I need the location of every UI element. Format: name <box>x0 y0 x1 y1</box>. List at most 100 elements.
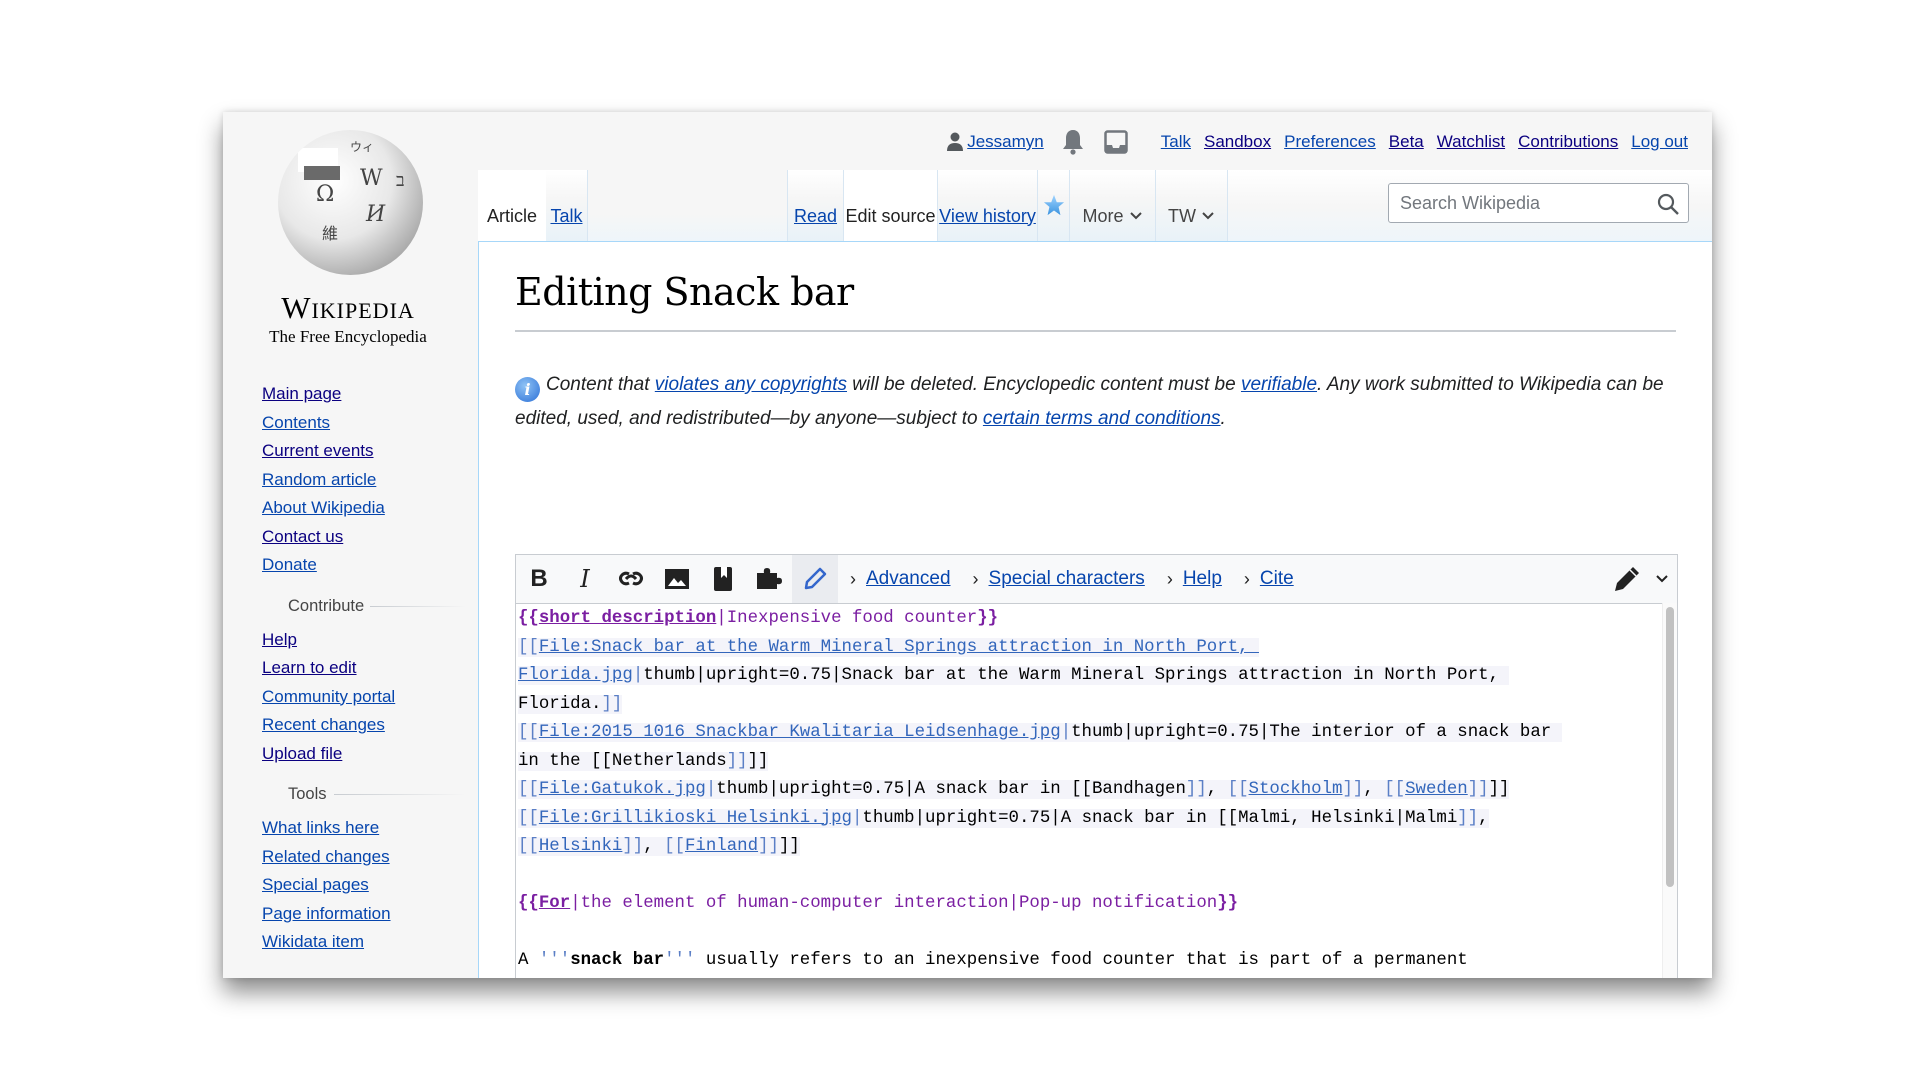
sidebar-item-about-wikipedia[interactable]: About Wikipedia <box>262 494 472 523</box>
scrollbar-thumb[interactable] <box>1666 607 1674 887</box>
sidebar-heading-tools[interactable]: Tools <box>288 780 472 808</box>
toolbar-group-cite[interactable]: › Cite <box>1244 568 1294 590</box>
wikitext-token: Florida.jpg|thumb|upright=0.75|Snack bar… <box>518 666 1510 685</box>
reference-icon <box>714 567 732 591</box>
globe-glyph: ב <box>396 170 405 191</box>
toolbar-group-advanced[interactable]: › Advanced <box>850 568 951 590</box>
puzzle-icon <box>757 568 782 589</box>
reference-button[interactable] <box>700 555 746 603</box>
sidebar-item-special-pages[interactable]: Special pages <box>262 871 472 900</box>
wikitext-token: Sweden <box>1405 780 1468 799</box>
more-menu[interactable]: More <box>1070 170 1156 242</box>
user-link[interactable]: Jessamyn <box>946 132 1044 152</box>
tw-menu[interactable]: TW <box>1156 170 1228 242</box>
sidebar-item-donate[interactable]: Donate <box>262 551 472 580</box>
username-link[interactable]: Jessamyn <box>967 132 1044 152</box>
editor-scrollbar[interactable] <box>1662 603 1677 978</box>
wikitext-token: , <box>643 837 665 856</box>
toolbar-group-help[interactable]: › Help <box>1167 568 1222 590</box>
verifiable-link[interactable]: verifiable <box>1241 374 1317 395</box>
sidebar-item-current-events[interactable]: Current events <box>262 437 472 466</box>
wikitext-line-empty <box>518 919 1677 948</box>
personal-talk-link[interactable]: Talk <box>1161 132 1191 152</box>
wikitext-token: ]] <box>758 837 779 856</box>
wikitext-token: [[ <box>518 808 539 828</box>
watch-button[interactable] <box>1038 170 1070 242</box>
tagline: The Free Encyclopedia <box>269 327 427 346</box>
wikitext-token: [[File:Snack bar at the Warm Mineral Spr… <box>518 637 1259 657</box>
search-icon[interactable] <box>1656 192 1680 216</box>
sidebar-item-learn-to-edit[interactable]: Learn to edit <box>262 654 472 683</box>
bold-button[interactable]: B <box>516 555 562 603</box>
tab-talk-label[interactable]: Talk <box>550 206 582 227</box>
personal-contributions-link[interactable]: Contributions <box>1518 132 1618 152</box>
star-icon <box>1043 194 1064 216</box>
tab-spacer <box>588 170 788 242</box>
user-icon <box>947 132 964 151</box>
personal-logout-link[interactable]: Log out <box>1631 132 1688 152</box>
italic-icon: I <box>580 565 590 593</box>
tab-view-history-label[interactable]: View history <box>939 206 1036 227</box>
sidebar-item-random-article[interactable]: Random article <box>262 466 472 495</box>
alerts-inbox-button[interactable] <box>1104 130 1128 154</box>
wikitext-token: [[ <box>518 780 539 799</box>
toolbar-group-special-characters[interactable]: › Special characters <box>973 568 1145 590</box>
sidebar-heading-contribute[interactable]: Contribute <box>288 592 472 620</box>
sidebar-item-recent-changes[interactable]: Recent changes <box>262 711 472 740</box>
bell-icon <box>1062 130 1083 155</box>
notifications-button[interactable] <box>1062 129 1084 155</box>
sidebar-item-related-changes[interactable]: Related changes <box>262 843 472 872</box>
personal-beta-link[interactable]: Beta <box>1389 132 1424 152</box>
sidebar-item-upload-file[interactable]: Upload file <box>262 740 472 769</box>
bold-icon: B <box>530 565 548 592</box>
sidebar-item-wikidata-item[interactable]: Wikidata item <box>262 928 472 957</box>
sidebar-item-contents[interactable]: Contents <box>262 409 472 438</box>
tab-talk[interactable]: Talk <box>546 170 588 242</box>
wikitext-token: usually refers to an inexpensive food co… <box>695 951 1468 970</box>
sidebar: Ω W И 維 ウィ ב Wikipedia The Free Encyclop… <box>223 112 478 978</box>
search-input[interactable] <box>1398 191 1642 215</box>
search-box[interactable] <box>1388 183 1689 223</box>
help-link[interactable]: Help <box>1183 568 1222 590</box>
wikipedia-logo[interactable]: Ω W И 維 ウィ ב Wikipedia The Free Encyclop… <box>253 130 443 346</box>
wikitext-token: {{ <box>518 894 539 913</box>
tab-read-label[interactable]: Read <box>794 206 837 227</box>
sidebar-item-help[interactable]: Help <box>262 626 472 655</box>
sidebar-item-community-portal[interactable]: Community portal <box>262 683 472 712</box>
sidebar-item-main-page[interactable]: Main page <box>262 380 472 409</box>
more-label: More <box>1082 205 1124 226</box>
sidebar-item-what-links-here[interactable]: What links here <box>262 814 472 843</box>
link-icon <box>619 571 643 586</box>
wikitext-token: [[ <box>1227 780 1249 799</box>
title-divider <box>515 330 1676 332</box>
tab-article[interactable]: Article <box>478 170 546 242</box>
wikitext-token: | <box>705 780 717 799</box>
link-button[interactable] <box>608 555 654 603</box>
wikitext-textarea[interactable]: {{short description|Inexpensive food cou… <box>516 603 1677 978</box>
wikitext-token: ]] <box>726 751 748 771</box>
special-characters-link[interactable]: Special characters <box>989 568 1145 590</box>
tab-view-history[interactable]: View history <box>938 170 1038 242</box>
editor-switch[interactable] <box>1613 555 1669 603</box>
sidebar-item-contact-us[interactable]: Contact us <box>262 523 472 552</box>
globe-icon: Ω W И 維 ウィ ב <box>278 130 423 275</box>
italic-button[interactable]: I <box>562 555 608 603</box>
wikitext-token: For <box>538 894 571 913</box>
sidebar-item-page-information[interactable]: Page information <box>262 900 472 929</box>
advanced-link[interactable]: Advanced <box>866 568 951 590</box>
image-icon <box>665 569 689 589</box>
tab-read[interactable]: Read <box>788 170 844 242</box>
personal-sandbox-link[interactable]: Sandbox <box>1204 132 1271 152</box>
syntax-highlight-button[interactable] <box>792 555 838 603</box>
cite-link[interactable]: Cite <box>1260 568 1294 590</box>
chevron-down-icon <box>1656 575 1668 583</box>
copyrights-link[interactable]: violates any copyrights <box>655 374 847 395</box>
personal-watchlist-link[interactable]: Watchlist <box>1437 132 1505 152</box>
wordmark: Wikipedia <box>281 290 415 325</box>
wikitext-token: File:Grillikioski Helsinki.jpg <box>538 808 852 828</box>
tab-edit-source[interactable]: Edit source <box>844 170 938 242</box>
personal-preferences-link[interactable]: Preferences <box>1284 132 1376 152</box>
embedded-file-button[interactable] <box>654 555 700 603</box>
terms-link[interactable]: certain terms and conditions <box>983 408 1221 429</box>
template-button[interactable] <box>746 555 792 603</box>
